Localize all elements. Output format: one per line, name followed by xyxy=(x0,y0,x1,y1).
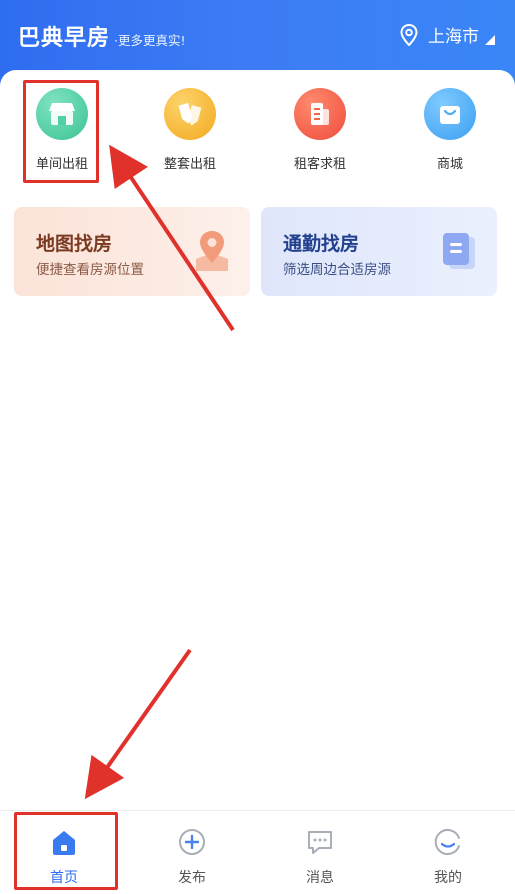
category-mall[interactable]: 商城 xyxy=(400,88,500,172)
nav-home[interactable]: 首页 xyxy=(0,811,128,894)
category-label: 整套出租 xyxy=(163,157,216,172)
app-screen: 巴典早房 ·更多更真实! 上海市 单间出租 整套出租 租客求租 商城 地图找房 … xyxy=(0,0,515,894)
category-tenant-request[interactable]: 租客求租 xyxy=(270,88,370,172)
nav-label: 首页 xyxy=(50,870,78,886)
promo-map-search[interactable]: 地图找房 便捷查看房源位置 xyxy=(14,207,250,296)
plus-circle-icon xyxy=(179,829,205,855)
shopping-bag-icon xyxy=(424,88,476,140)
brand: 巴典早房 ·更多更真实! xyxy=(18,20,186,52)
dropdown-triangle-icon xyxy=(485,34,495,45)
category-label: 租客求租 xyxy=(293,157,346,172)
nav-label: 消息 xyxy=(306,870,334,886)
category-label: 单间出租 xyxy=(35,157,88,172)
promo-title: 通勤找房 xyxy=(283,233,360,255)
city-selector[interactable]: 上海市 xyxy=(400,22,495,47)
category-single-room[interactable]: 单间出租 xyxy=(12,88,112,172)
promo-subtitle: 便捷查看房源位置 xyxy=(36,262,144,278)
smile-icon xyxy=(434,829,460,855)
bottom-nav: 首页 发布 消息 我的 xyxy=(0,810,515,894)
app-title: 巴典早房 xyxy=(18,26,111,51)
tags-icon xyxy=(164,88,216,140)
location-pin-icon xyxy=(400,23,418,46)
city-name: 上海市 xyxy=(428,27,479,47)
category-label: 商城 xyxy=(436,157,463,172)
store-icon xyxy=(36,88,88,140)
nav-label: 我的 xyxy=(434,870,462,886)
promo-title: 地图找房 xyxy=(36,233,113,255)
chat-icon xyxy=(308,831,332,854)
map-pin-icon xyxy=(196,231,228,271)
nav-messages[interactable]: 消息 xyxy=(256,811,384,894)
category-grid: 单间出租 整套出租 租客求租 商城 xyxy=(0,88,515,178)
home-icon xyxy=(53,831,75,855)
category-whole-apartment[interactable]: 整套出租 xyxy=(140,88,240,172)
document-icon xyxy=(443,233,475,269)
promo-subtitle: 筛选周边合适房源 xyxy=(283,262,391,278)
nav-label: 发布 xyxy=(178,870,206,886)
nav-profile[interactable]: 我的 xyxy=(384,811,512,894)
document-icon xyxy=(294,88,346,140)
nav-publish[interactable]: 发布 xyxy=(128,811,256,894)
promo-commute-search[interactable]: 通勤找房 筛选周边合适房源 xyxy=(261,207,497,296)
app-slogan: ·更多更真实! xyxy=(114,33,186,48)
main-content: 单间出租 整套出租 租客求租 商城 地图找房 便捷查看房源位置 通勤找房 筛选周… xyxy=(0,70,515,810)
